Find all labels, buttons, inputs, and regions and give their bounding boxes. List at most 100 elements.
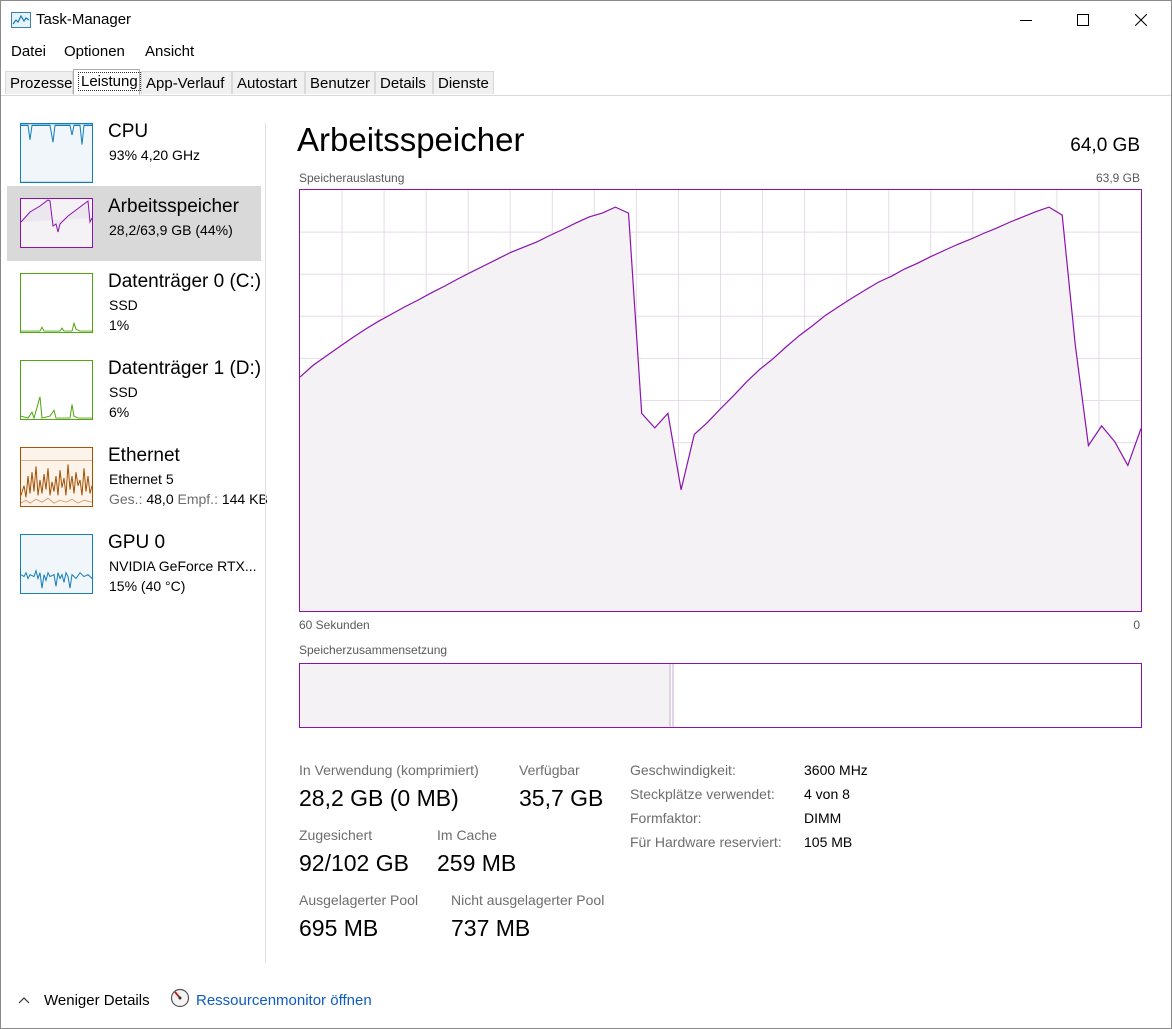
menu-ansicht-label: Ansicht — [145, 43, 195, 60]
performance-sidebar: CPU 93% 4,20 GHz Arbeitsspeicher 28,2/63… — [1, 111, 268, 961]
cached-label: Im Cache — [437, 827, 497, 843]
sidebar-memory-title: Arbeitsspeicher — [108, 196, 239, 217]
usage-graph-max: 63,9 GB — [1095, 171, 1140, 185]
tab-dienste[interactable]: Dienste — [433, 71, 494, 94]
hardware-reserved-value: 105 MB — [804, 834, 853, 850]
sidebar-disk0-type: SSD — [109, 297, 138, 313]
nonpaged-pool-value: 737 MB — [451, 915, 531, 941]
menu-bar: Datei Optionen Ansicht — [1, 41, 1171, 63]
memory-usage-graph — [299, 189, 1142, 612]
paged-pool-value: 695 MB — [299, 915, 379, 941]
disk0-thumbnail-graph — [20, 273, 93, 333]
ethernet-received-value: 144 KB — [221, 491, 268, 507]
tab-dienste-label: Dienste — [438, 75, 489, 92]
sidebar-memory-usage: 28,2/63,9 GB (44%) — [109, 222, 233, 238]
sidebar-item-memory[interactable]: Arbeitsspeicher 28,2/63,9 GB (44%) — [7, 186, 261, 261]
task-manager-app-icon — [11, 12, 31, 28]
window-title: Task-Manager — [36, 11, 132, 28]
memory-composition-bar — [299, 663, 1142, 728]
committed-value: 92/102 GB — [299, 850, 409, 876]
nonpaged-pool-label: Nicht ausgelagerter Pool — [451, 892, 605, 908]
sidebar-cpu-title: CPU — [108, 121, 149, 142]
maximize-icon — [1077, 14, 1089, 26]
usage-graph-label: Speicherauslastung — [299, 171, 405, 185]
sidebar-disk0-usage: 1% — [109, 317, 130, 333]
hardware-reserved-label: Für Hardware reserviert: — [630, 834, 782, 850]
sidebar-ethernet-title: Ethernet — [108, 445, 180, 466]
available-value: 35,7 GB — [519, 785, 604, 811]
footer: Weniger Details Ressourcenmonitor öffnen — [1, 986, 1171, 1016]
speed-value: 3600 MHz — [804, 762, 868, 778]
sidebar-gpu-usage: 15% (40 °C) — [109, 578, 186, 594]
sidebar-disk1-title: Datenträger 1 (D:) — [108, 358, 262, 379]
cpu-thumbnail-graph — [20, 123, 93, 183]
ethernet-sent-value: 48,0 — [146, 491, 174, 507]
menu-ansicht[interactable]: Ansicht — [145, 43, 194, 60]
title-bar: Task-Manager — [1, 1, 1171, 39]
maximize-button[interactable] — [1054, 1, 1112, 39]
sidebar-disk1-type: SSD — [109, 384, 138, 400]
form-factor-label: Formfaktor: — [630, 810, 702, 826]
ethernet-sent-label: Ges.: — [109, 491, 143, 507]
sidebar-disk0-title: Datenträger 0 (C:) — [108, 271, 262, 292]
sidebar-cpu-usage: 93% 4,20 GHz — [109, 147, 201, 163]
total-memory: 64,0 GB — [1070, 135, 1140, 156]
close-icon — [1135, 14, 1147, 26]
slots-value: 4 von 8 — [804, 786, 850, 802]
composition-in-use — [300, 664, 671, 727]
sidebar-item-cpu[interactable]: CPU 93% 4,20 GHz — [7, 111, 261, 186]
tab-app-verlauf-label: App-Verlauf — [146, 75, 225, 92]
sidebar-gpu-title: GPU 0 — [108, 532, 166, 553]
speed-label: Geschwindigkeit: — [630, 762, 736, 778]
sidebar-item-disk-1[interactable]: Datenträger 1 (D:) SSD 6% — [7, 348, 261, 423]
tab-autostart[interactable]: Autostart — [232, 71, 305, 94]
tab-leistung[interactable]: Leistung — [73, 69, 141, 95]
memory-thumbnail-graph — [20, 198, 93, 248]
resource-monitor-icon — [170, 988, 190, 1008]
fewer-details-button[interactable]: Weniger Details — [44, 992, 150, 1009]
composition-label: Speicherzusammensetzung — [299, 643, 448, 657]
in-use-label: In Verwendung (komprimiert) — [299, 762, 479, 778]
slots-label: Steckplätze verwendet: — [630, 786, 775, 802]
open-resource-monitor-link[interactable]: Ressourcenmonitor öffnen — [196, 992, 372, 1009]
task-manager-window: Task-Manager Datei Optionen Ansicht Proz… — [0, 0, 1172, 1029]
tab-leistung-label: Leistung — [78, 72, 141, 91]
in-use-value: 28,2 GB (0 MB) — [299, 785, 459, 811]
graph-time-left: 60 Sekunden — [299, 618, 370, 632]
page-title: Arbeitsspeicher — [297, 121, 525, 158]
sidebar-gpu-model: NVIDIA GeForce RTX... — [109, 558, 257, 574]
close-button[interactable] — [1112, 1, 1170, 39]
ethernet-thumbnail-graph — [20, 447, 93, 507]
menu-datei-label: Datei — [11, 43, 47, 60]
tab-app-verlauf[interactable]: App-Verlauf — [141, 71, 232, 94]
tab-details-label: Details — [380, 75, 426, 92]
sidebar-disk1-usage: 6% — [109, 404, 130, 420]
graph-time-right: 0 — [1133, 618, 1140, 632]
minimize-icon — [1020, 20, 1032, 21]
form-factor-value: DIMM — [804, 810, 842, 826]
chevron-up-icon[interactable] — [18, 996, 30, 1004]
menu-datei[interactable]: Datei — [11, 43, 46, 60]
sidebar-item-gpu[interactable]: GPU 0 NVIDIA GeForce RTX... 15% (40 °C) — [7, 522, 261, 597]
sidebar-item-ethernet[interactable]: Ethernet Ethernet 5 Ges.: 48,0 Empf.: 14… — [7, 435, 268, 510]
menu-optionen-label: Optionen — [64, 43, 125, 60]
cached-value: 259 MB — [437, 850, 517, 876]
sidebar-ethernet-throughput: Ges.: 48,0 Empf.: 144 KB — [109, 491, 268, 507]
tab-benutzer-label: Benutzer — [310, 75, 371, 92]
tab-details[interactable]: Details — [375, 71, 433, 94]
sidebar-item-disk-0[interactable]: Datenträger 0 (C:) SSD 1% — [7, 261, 261, 336]
tab-prozesse[interactable]: Prozesse — [5, 71, 73, 94]
sidebar-ethernet-adapter: Ethernet 5 — [109, 471, 174, 487]
menu-optionen[interactable]: Optionen — [64, 43, 125, 60]
ethernet-received-label: Empf.: — [177, 491, 218, 507]
disk1-thumbnail-graph — [20, 360, 93, 420]
minimize-button[interactable] — [997, 1, 1055, 39]
gpu-thumbnail-graph — [20, 534, 93, 594]
tab-strip: Prozesse Leistung App-Verlauf Autostart … — [1, 69, 1171, 96]
available-label: Verfügbar — [519, 762, 580, 778]
paged-pool-label: Ausgelagerter Pool — [299, 892, 419, 908]
tab-autostart-label: Autostart — [237, 75, 298, 92]
tab-benutzer[interactable]: Benutzer — [305, 71, 375, 94]
tab-prozesse-label: Prozesse — [10, 75, 73, 92]
committed-label: Zugesichert — [299, 827, 373, 843]
